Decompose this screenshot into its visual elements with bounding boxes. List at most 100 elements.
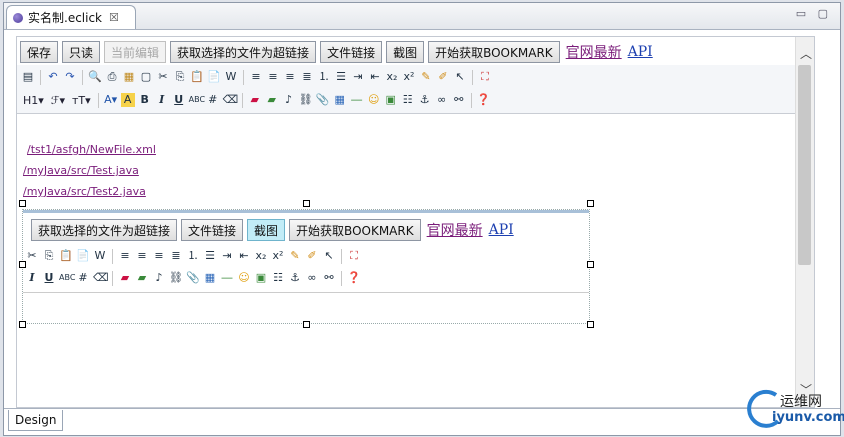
close-tab-icon[interactable]: ☒ <box>109 11 119 24</box>
indent-icon[interactable]: ⇥ <box>351 70 365 84</box>
vertical-scrollbar[interactable]: ︿ ﹀ <box>795 37 814 407</box>
screenshot-button[interactable]: 截图 <box>386 41 425 63</box>
insert-table-icon[interactable]: ▦ <box>203 271 217 285</box>
resize-handle[interactable] <box>587 200 594 207</box>
outdent-icon[interactable]: ⇤ <box>237 249 251 263</box>
resize-handle[interactable] <box>303 200 310 207</box>
anchor-icon[interactable]: ⚓ <box>418 93 432 107</box>
font-color-icon[interactable]: A▾ <box>104 93 118 107</box>
eraser-icon[interactable]: ⌫ <box>223 93 239 107</box>
insert-image-icon[interactable]: ▰ <box>248 93 262 107</box>
format-painter-icon[interactable]: ✐ <box>305 249 319 263</box>
resize-handle[interactable] <box>19 321 26 328</box>
format-painter-icon[interactable]: ✐ <box>436 70 450 84</box>
superscript-icon[interactable]: x² <box>271 249 285 263</box>
help-icon[interactable]: ❓ <box>347 271 361 285</box>
italic-icon[interactable]: I <box>155 93 169 107</box>
readonly-button[interactable]: 只读 <box>62 41 101 63</box>
cut-icon[interactable]: ✂ <box>25 249 39 263</box>
copy-icon[interactable]: ⎘ <box>42 249 56 263</box>
template-icon[interactable]: ▦ <box>122 70 136 84</box>
insert-media-icon[interactable]: ♪ <box>282 93 296 107</box>
latest-link[interactable]: 官网最新 <box>566 42 622 62</box>
subscript-icon[interactable]: x₂ <box>385 70 399 84</box>
subscript-icon[interactable]: x₂ <box>254 249 268 263</box>
strikethrough-icon[interactable]: ABC <box>59 271 75 285</box>
embedded-bookmark-button[interactable]: 开始获取BOOKMARK <box>289 219 421 241</box>
select-all-icon[interactable]: ↖ <box>322 249 336 263</box>
embedded-file-link-button[interactable]: 文件链接 <box>181 219 244 241</box>
strikethrough-icon[interactable]: ABC <box>189 93 205 107</box>
ordered-list-icon[interactable]: ⒈ <box>186 249 200 263</box>
highlight-color-icon[interactable]: A <box>120 93 135 107</box>
page-break-icon[interactable]: ☷ <box>271 271 285 285</box>
outdent-icon[interactable]: ⇤ <box>368 70 382 84</box>
table-grid-icon[interactable]: # <box>206 93 220 107</box>
embedded-latest-link[interactable]: 官网最新 <box>427 220 483 240</box>
bold-icon[interactable]: B <box>138 93 152 107</box>
scroll-up-icon[interactable]: ︿ <box>800 45 812 62</box>
insert-picture-icon[interactable]: ▣ <box>254 271 268 285</box>
insert-media-icon[interactable]: ♪ <box>152 271 166 285</box>
justify-icon[interactable]: ≣ <box>169 249 183 263</box>
italic-icon[interactable]: I <box>25 271 39 285</box>
bookmark-button[interactable]: 开始获取BOOKMARK <box>428 41 560 63</box>
unlink-icon[interactable]: ⚯ <box>452 93 466 107</box>
window-controls[interactable]: ▭ ▢ <box>796 7 832 20</box>
rich-editor[interactable]: 保存 只读 当前编辑 获取选择的文件为超链接 文件链接 截图 开始获取BOOKM… <box>16 36 815 408</box>
insert-flash-icon[interactable]: ▰ <box>135 271 149 285</box>
hr-icon[interactable]: ― <box>220 271 234 285</box>
selection-hyperlink-button[interactable]: 获取选择的文件为超链接 <box>170 41 317 63</box>
eraser-icon[interactable]: ⌫ <box>93 271 109 285</box>
clear-format-icon[interactable]: ✎ <box>288 249 302 263</box>
bullet-list-icon[interactable]: ☰ <box>334 70 348 84</box>
link-icon[interactable]: ∞ <box>305 271 319 285</box>
font-size-dropdown[interactable]: тT▾ <box>70 94 93 107</box>
insert-flash-icon[interactable]: ▰ <box>265 93 279 107</box>
attachment-icon[interactable]: 📎 <box>316 93 330 107</box>
insert-link-icon[interactable]: ⛓ <box>299 93 313 107</box>
file-link-button[interactable]: 文件链接 <box>320 41 383 63</box>
select-all-icon[interactable]: ↖ <box>453 70 467 84</box>
cut-icon[interactable]: ✂ <box>156 70 170 84</box>
preview-icon[interactable]: 🔍 <box>88 70 102 84</box>
emoticon-icon[interactable]: ☺ <box>367 93 381 107</box>
align-right-icon[interactable]: ≡ <box>152 249 166 263</box>
indent-icon[interactable]: ⇥ <box>220 249 234 263</box>
paste-text-icon[interactable]: 📄 <box>76 249 90 263</box>
ordered-list-icon[interactable]: ⒈ <box>317 70 331 84</box>
anchor-icon[interactable]: ⚓ <box>288 271 302 285</box>
api-link[interactable]: API <box>628 44 653 60</box>
resize-handle[interactable] <box>587 261 594 268</box>
emoticon-icon[interactable]: ☺ <box>237 271 251 285</box>
embedded-api-link[interactable]: API <box>489 222 514 238</box>
superscript-icon[interactable]: x² <box>402 70 416 84</box>
justify-icon[interactable]: ≣ <box>300 70 314 84</box>
heading-dropdown[interactable]: H1▾ <box>21 94 46 107</box>
resize-handle[interactable] <box>587 321 594 328</box>
align-center-icon[interactable]: ≡ <box>266 70 280 84</box>
fullscreen-icon[interactable]: ⛶ <box>478 70 492 84</box>
insert-picture-icon[interactable]: ▣ <box>384 93 398 107</box>
align-right-icon[interactable]: ≡ <box>283 70 297 84</box>
embedded-editor[interactable]: 获取选择的文件为超链接 文件链接 截图 开始获取BOOKMARK 官网最新 AP… <box>22 209 590 324</box>
print-icon[interactable]: ⎙ <box>105 70 119 84</box>
save-button[interactable]: 保存 <box>20 41 59 63</box>
paste-word-icon[interactable]: W <box>224 70 238 84</box>
paste-text-icon[interactable]: 📄 <box>207 70 221 84</box>
paste-word-icon[interactable]: W <box>93 249 107 263</box>
table-grid-icon[interactable]: # <box>76 271 90 285</box>
hr-icon[interactable]: ― <box>350 93 364 107</box>
scroll-thumb[interactable] <box>798 65 811 265</box>
redo-icon[interactable]: ↷ <box>63 70 77 84</box>
align-center-icon[interactable]: ≡ <box>135 249 149 263</box>
code-icon[interactable]: ▢ <box>139 70 153 84</box>
file-tab[interactable]: 实名制.eclick ☒ <box>6 5 136 29</box>
resize-handle[interactable] <box>303 321 310 328</box>
resize-handle[interactable] <box>19 261 26 268</box>
embedded-screenshot-button[interactable]: 截图 <box>247 219 286 241</box>
content-link[interactable]: /myJava/src/Test.java <box>23 160 156 181</box>
clear-format-icon[interactable]: ✎ <box>419 70 433 84</box>
page-break-icon[interactable]: ☷ <box>401 93 415 107</box>
tab-design[interactable]: Design <box>8 410 64 431</box>
